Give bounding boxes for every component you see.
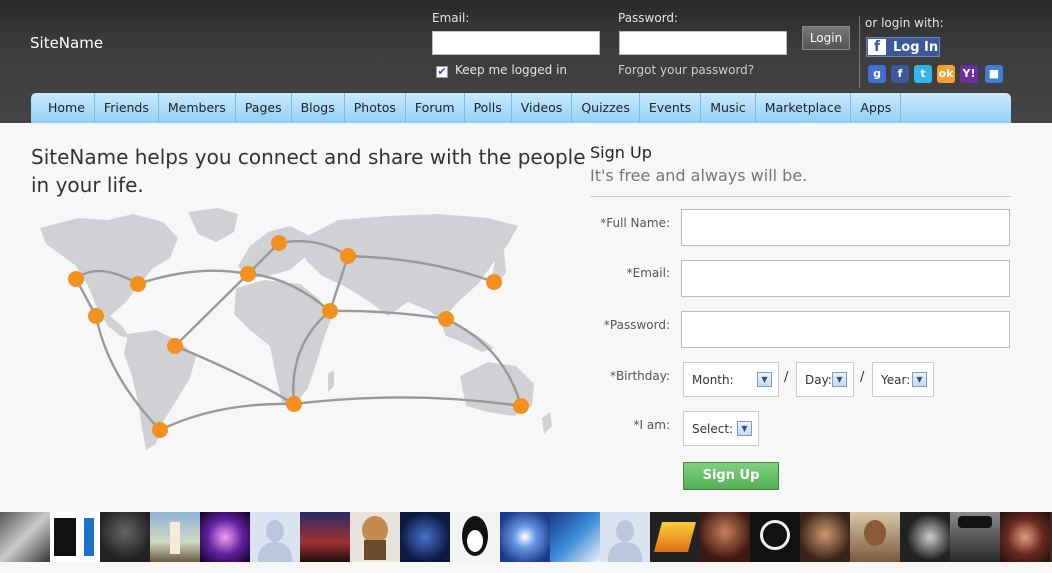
avatar[interactable] xyxy=(250,512,300,562)
signup-password-input[interactable] xyxy=(681,311,1010,348)
nav-item-home[interactable]: Home xyxy=(31,93,95,123)
facebook-icon: f xyxy=(868,39,886,55)
year-select-value: Year: xyxy=(881,373,911,387)
tagline: SiteName helps you connect and share wit… xyxy=(31,145,586,197)
password-input[interactable] xyxy=(619,31,787,55)
login-button[interactable]: Login xyxy=(802,26,850,50)
chevron-down-icon: ▼ xyxy=(737,421,752,436)
avatar[interactable] xyxy=(0,512,50,562)
facebook-icon[interactable]: f xyxy=(891,65,909,83)
avatar[interactable] xyxy=(950,512,1000,562)
divider xyxy=(859,16,860,88)
nav-item-pages[interactable]: Pages xyxy=(236,93,292,123)
gender-select[interactable]: Select: ▼ xyxy=(683,411,759,446)
nav-item-events[interactable]: Events xyxy=(640,93,702,123)
nav-item-friends[interactable]: Friends xyxy=(95,93,159,123)
header: SiteName Email: Password: ✔ Keep me logg… xyxy=(0,0,1052,123)
signup-subtitle: It's free and always will be. xyxy=(590,166,808,185)
nav-item-forum[interactable]: Forum xyxy=(406,93,465,123)
avatar[interactable] xyxy=(550,512,600,562)
avatar[interactable] xyxy=(650,512,700,562)
odnoklassniki-icon[interactable]: ok xyxy=(937,65,955,83)
birthday-label: *Birthday: xyxy=(609,369,670,383)
nav-item-photos[interactable]: Photos xyxy=(345,93,406,123)
facebook-login-button[interactable]: f Log In xyxy=(866,37,940,57)
chevron-down-icon: ▼ xyxy=(832,372,847,387)
password-label: Password: xyxy=(618,11,679,25)
avatar[interactable] xyxy=(350,512,400,562)
avatar[interactable] xyxy=(300,512,350,562)
or-login-with-label: or login with: xyxy=(865,16,944,30)
avatar[interactable] xyxy=(600,512,650,562)
avatar[interactable] xyxy=(100,512,150,562)
google-icon[interactable]: g xyxy=(868,65,886,83)
birthday-day-select[interactable]: Day: ▼ xyxy=(796,362,854,397)
signup-divider xyxy=(590,196,1011,197)
avatar[interactable] xyxy=(150,512,200,562)
forgot-password-link[interactable]: Forgot your password? xyxy=(618,63,754,77)
avatar[interactable] xyxy=(200,512,250,562)
email-input[interactable] xyxy=(432,31,600,55)
signup-email-input[interactable] xyxy=(681,260,1010,297)
nav-item-quizzes[interactable]: Quizzes xyxy=(572,93,640,123)
gender-label: *I am: xyxy=(633,418,670,432)
yahoo-icon[interactable]: Y! xyxy=(960,65,978,83)
site-logo[interactable]: SiteName xyxy=(30,34,103,52)
twitter-icon[interactable]: t xyxy=(914,65,932,83)
main-nav: Home Friends Members Pages Blogs Photos … xyxy=(31,93,1011,123)
birthday-year-select[interactable]: Year: ▼ xyxy=(872,362,934,397)
avatar[interactable] xyxy=(450,512,500,562)
avatar[interactable] xyxy=(850,512,900,562)
day-select-value: Day: xyxy=(805,373,832,387)
email-label: Email: xyxy=(432,11,470,25)
signup-password-label: *Password: xyxy=(603,318,670,332)
date-separator: / xyxy=(784,370,789,385)
nav-item-apps[interactable]: Apps xyxy=(851,93,902,123)
avatar[interactable] xyxy=(400,512,450,562)
avatar[interactable] xyxy=(800,512,850,562)
avatar[interactable] xyxy=(50,512,100,562)
month-select-value: Month: xyxy=(692,373,734,387)
date-separator: / xyxy=(860,370,865,385)
world-map xyxy=(40,208,552,450)
nav-item-polls[interactable]: Polls xyxy=(465,93,512,123)
chevron-down-icon: ▼ xyxy=(912,372,927,387)
gender-select-value: Select: xyxy=(692,422,734,436)
signup-title: Sign Up xyxy=(590,143,652,162)
avatar[interactable] xyxy=(750,512,800,562)
keep-logged-in-checkbox[interactable]: ✔ xyxy=(436,66,448,78)
nav-item-members[interactable]: Members xyxy=(159,93,236,123)
avatar[interactable] xyxy=(700,512,750,562)
keep-logged-in-label: Keep me logged in xyxy=(455,63,568,77)
signup-email-label: *Email: xyxy=(626,266,670,280)
full-name-label: *Full Name: xyxy=(600,216,670,230)
member-avatar-strip xyxy=(0,512,1052,562)
nav-item-blogs[interactable]: Blogs xyxy=(292,93,345,123)
avatar[interactable] xyxy=(500,512,550,562)
nav-item-marketplace[interactable]: Marketplace xyxy=(756,93,852,123)
chevron-down-icon: ▼ xyxy=(757,372,772,387)
nav-item-videos[interactable]: Videos xyxy=(512,93,573,123)
nav-item-music[interactable]: Music xyxy=(701,93,756,123)
avatar[interactable] xyxy=(900,512,950,562)
windows-live-icon[interactable]: ■ xyxy=(985,65,1003,83)
avatar[interactable] xyxy=(1000,512,1050,562)
signup-button[interactable]: Sign Up xyxy=(683,462,779,490)
full-name-input[interactable] xyxy=(681,209,1010,246)
birthday-month-select[interactable]: Month: ▼ xyxy=(683,362,779,397)
map-land xyxy=(40,208,552,450)
facebook-login-label: Log In xyxy=(893,40,939,55)
